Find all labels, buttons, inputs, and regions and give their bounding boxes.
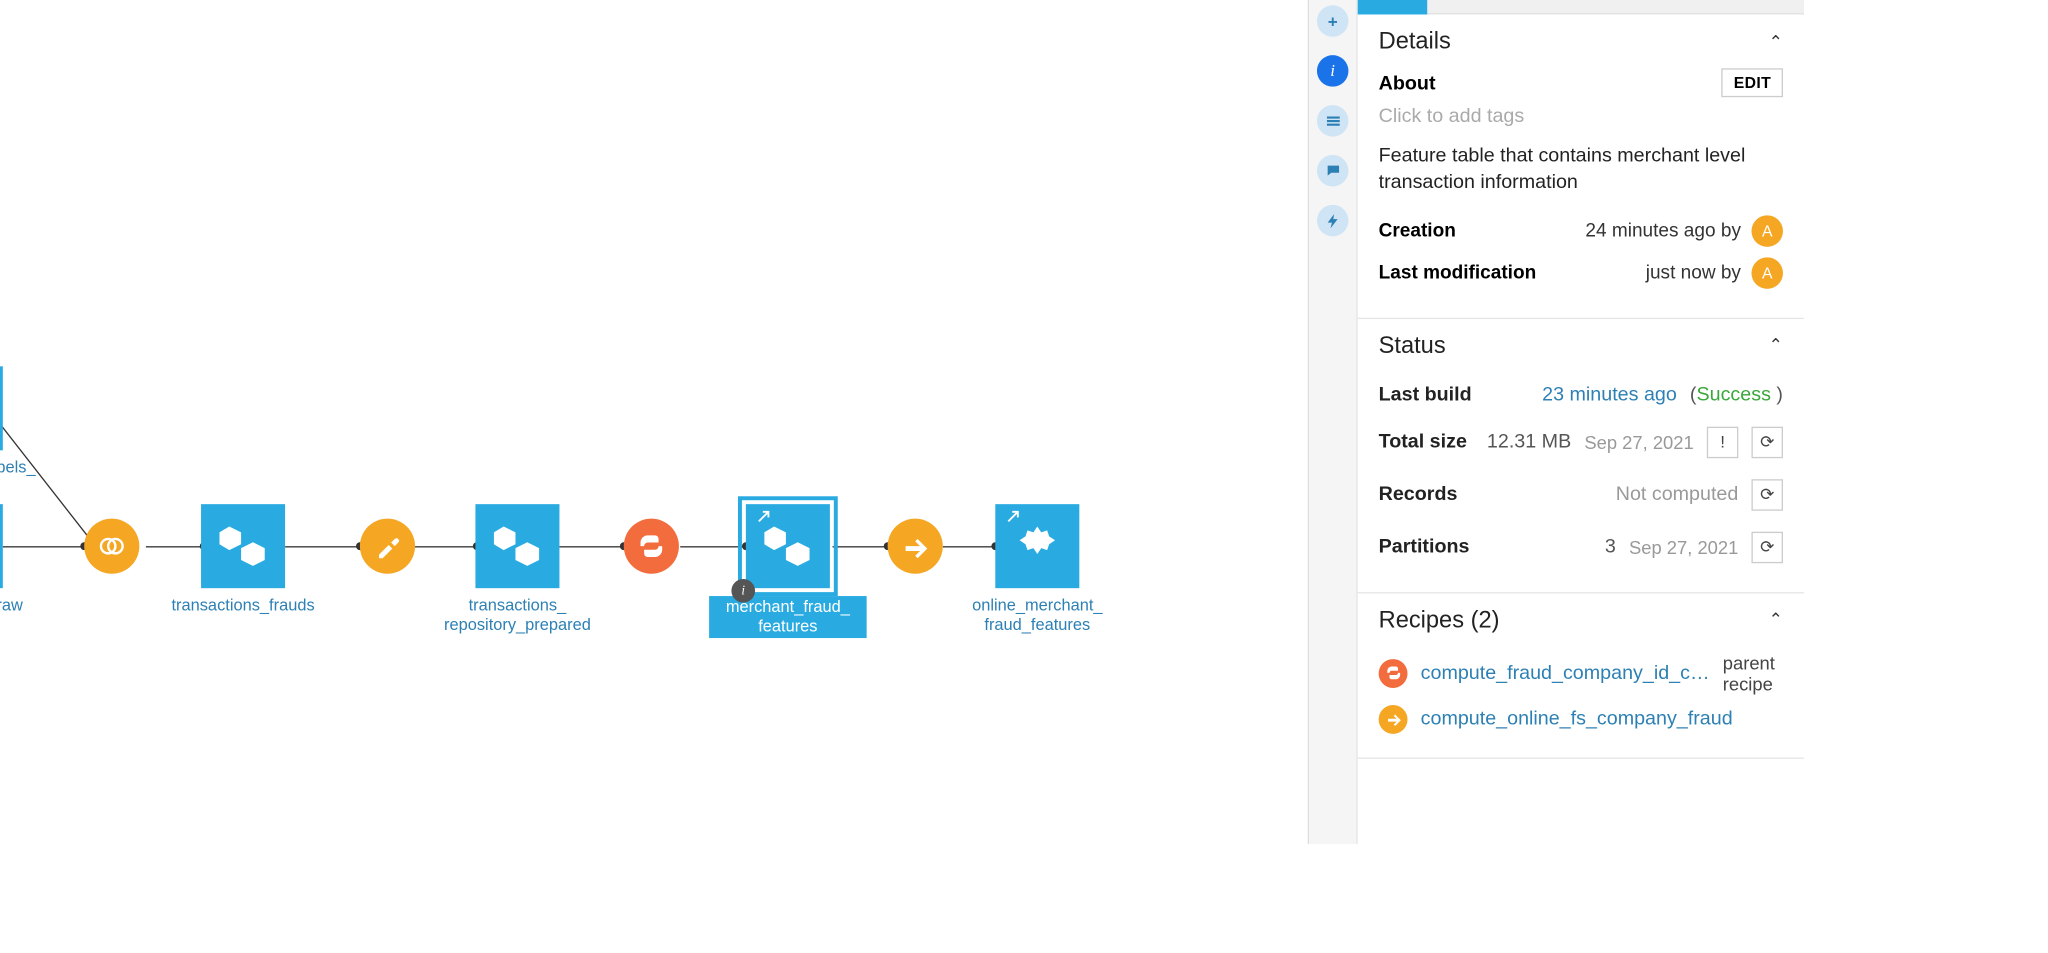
dataset-transactions-frauds[interactable]: transactions_frauds [164,504,322,616]
about-label: About [1379,72,1436,94]
share-icon [999,508,1021,537]
description: Feature table that contains merchant lev… [1379,143,1783,196]
partitions-label: Partitions [1379,536,1470,558]
panel-tabs: ➔ + i [1309,0,1358,844]
warn-button[interactable]: ! [1707,426,1739,458]
last-build-label: Last build [1379,383,1472,405]
chevron-up-icon: ⌃ [1769,335,1783,356]
dataset-icon [1358,0,1428,14]
creator-avatar[interactable]: A [1751,215,1783,247]
info-icon: i [731,579,755,603]
records-label: Records [1379,483,1458,505]
recipe-link-2[interactable]: compute_online_fs_company_fraud [1379,699,1783,738]
refresh-size-button[interactable]: ⟳ [1751,426,1783,458]
edit-button[interactable]: EDIT [1722,68,1783,97]
tab-discussions[interactable] [1317,155,1349,187]
refresh-records-button[interactable]: ⟳ [1751,479,1783,511]
dataset-transactions-repository-prepared[interactable]: transactions_ repository_prepared [439,504,597,635]
tags-placeholder[interactable]: Click to add tags [1379,105,1783,127]
total-size-label: Total size [1379,431,1467,453]
tab-schema[interactable] [1317,105,1349,137]
dataset-online-merchant-fraud-features[interactable]: online_merchant_ fraud_features [959,504,1117,635]
share-icon [750,508,772,537]
chevron-up-icon: ⌃ [1769,31,1783,52]
dataset-merchant-fraud-features[interactable]: i merchant_fraud_ features [709,504,867,638]
dataset-transactions-raw[interactable]: transactions_raw [0,504,40,616]
sync-icon [1379,704,1408,733]
panel-header: merchant_fraud_features [1358,0,1804,14]
recipe-link-1[interactable]: compute_fraud_company_id_c… parent recip… [1379,647,1783,700]
modifier-avatar[interactable]: A [1751,257,1783,289]
dataset-transactions-labels-copy[interactable]: transactions_labels_copy [0,366,40,497]
section-recipes-toggle[interactable]: Recipes (2) ⌃ [1358,593,1804,642]
creation-label: Creation [1379,220,1456,241]
last-build-time[interactable]: 23 minutes ago [1542,383,1677,405]
chevron-up-icon: ⌃ [1769,609,1783,630]
tab-related[interactable] [1317,205,1349,237]
refresh-partitions-button[interactable]: ⟳ [1751,531,1783,563]
section-status-toggle[interactable]: Status ⌃ [1358,318,1804,367]
flow-canvas[interactable]: transactions_labels_copy transactions_ra… [0,28,1308,845]
recipe-sync[interactable] [888,519,943,574]
python-icon [1379,658,1408,687]
modified-label: Last modification [1379,262,1537,283]
recipe-join[interactable] [84,519,139,574]
section-details-toggle[interactable]: Details ⌃ [1358,14,1804,63]
tab-actions[interactable]: + [1317,5,1349,37]
recipe-python[interactable] [624,519,679,574]
recipe-prepare[interactable] [360,519,415,574]
right-panel: ➔ + i merchant_fraud_features Details ⌃ … [1308,0,1804,844]
tab-info[interactable]: i [1317,55,1349,87]
